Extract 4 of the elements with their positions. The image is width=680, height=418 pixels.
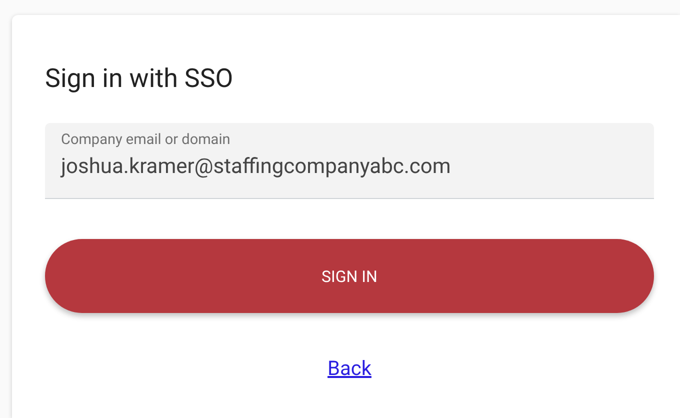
email-field[interactable]: Company email or domain joshua.kramer@staffingcompanyabc.com: [45, 123, 654, 199]
back-link[interactable]: Back: [328, 356, 372, 380]
sign-in-button[interactable]: SIGN IN: [45, 239, 654, 313]
form-title: Sign in with SSO: [45, 63, 234, 95]
